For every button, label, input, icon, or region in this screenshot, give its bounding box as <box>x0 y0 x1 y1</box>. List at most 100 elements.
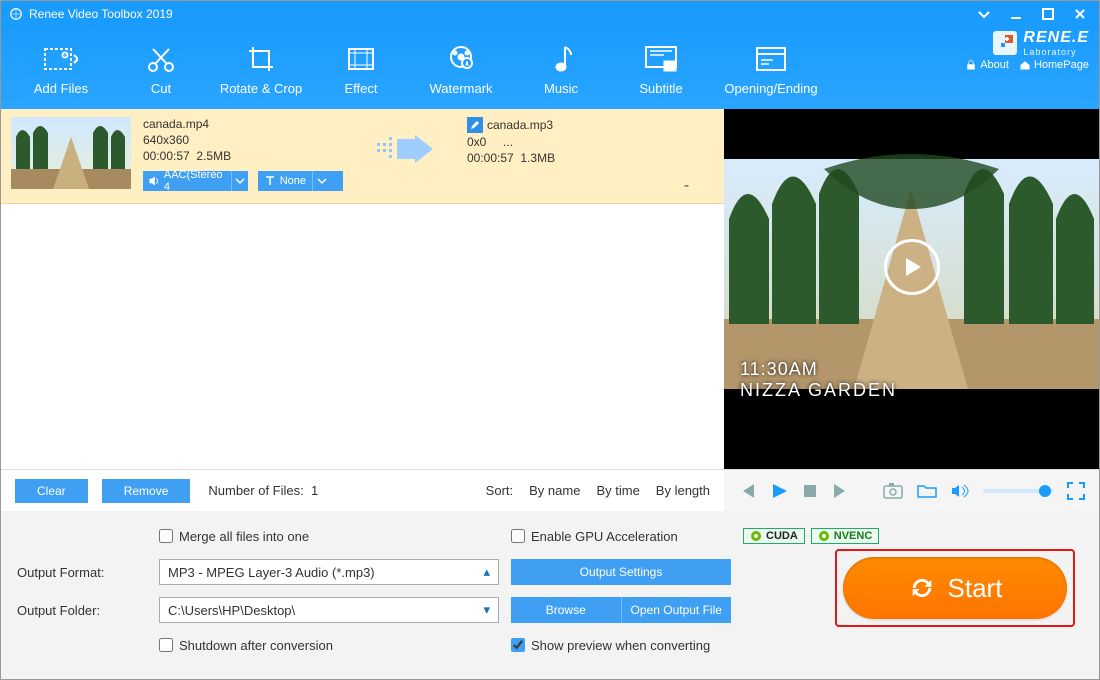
brand-name: RENE.E <box>1023 29 1089 47</box>
conversion-arrow-icon <box>355 117 455 195</box>
file-list: canada.mp4 640x360 00:00:57 2.5MB AAC(St… <box>1 109 724 469</box>
cut-label: Cut <box>151 81 171 96</box>
subtitle-label: Subtitle <box>639 81 682 96</box>
stop-button[interactable] <box>802 483 818 499</box>
maximize-button[interactable] <box>1037 5 1059 23</box>
source-resolution: 640x360 <box>143 133 343 147</box>
music-button[interactable]: Music <box>511 41 611 96</box>
effect-label: Effect <box>344 81 377 96</box>
file-item[interactable]: canada.mp4 640x360 00:00:57 2.5MB AAC(St… <box>1 109 724 204</box>
scissors-icon <box>143 41 179 77</box>
file-list-footer: Clear Remove Number of Files: 1 Sort: By… <box>1 469 724 511</box>
lock-icon <box>965 59 977 71</box>
minimize-button[interactable] <box>1005 5 1027 23</box>
crop-icon <box>243 41 279 77</box>
play-control-button[interactable] <box>770 482 788 500</box>
output-folder-label: Output Folder: <box>17 603 147 618</box>
nvenc-badge: NVENC <box>811 528 880 544</box>
volume-slider[interactable] <box>983 489 1053 493</box>
window-menu-button[interactable] <box>973 5 995 23</box>
snapshot-button[interactable] <box>883 482 903 500</box>
dest-meta: 00:00:57 1.3MB <box>467 151 647 165</box>
chevron-up-icon: ▴ <box>483 564 490 580</box>
subtitle-track-dropdown[interactable]: None <box>258 171 343 191</box>
main-area: canada.mp4 640x360 00:00:57 2.5MB AAC(St… <box>1 109 1099 469</box>
browse-button[interactable]: Browse <box>511 597 622 623</box>
music-label: Music <box>544 81 578 96</box>
sort-by-time[interactable]: By time <box>596 483 639 498</box>
remove-button[interactable]: Remove <box>102 479 191 503</box>
subtitle-button[interactable]: T Subtitle <box>611 41 711 96</box>
refresh-icon <box>908 574 936 602</box>
nvidia-eye-icon <box>750 530 762 542</box>
subtitle-icon: T <box>643 41 679 77</box>
video-preview: 11:30AM NIZZA GARDEN <box>724 109 1099 469</box>
next-track-button[interactable] <box>832 482 850 500</box>
open-output-button[interactable]: Open Output File <box>622 597 732 623</box>
gpu-accel-checkbox[interactable]: Enable GPU Acceleration <box>511 529 678 544</box>
source-meta: 00:00:57 2.5MB <box>143 149 343 163</box>
rotate-crop-button[interactable]: Rotate & Crop <box>211 41 311 96</box>
chevron-down-icon <box>231 171 247 191</box>
titlebar: Renee Video Toolbox 2019 <box>1 1 1099 27</box>
effect-button[interactable]: Effect <box>311 41 411 96</box>
file-count-label: Number of Files: 1 <box>208 483 318 498</box>
dest-more-button[interactable]: ... <box>503 135 513 149</box>
clear-button[interactable]: Clear <box>15 479 88 503</box>
video-thumbnail <box>11 117 131 189</box>
svg-text:T: T <box>668 62 673 71</box>
cuda-badge: CUDA <box>743 528 805 544</box>
shutdown-checkbox[interactable]: Shutdown after conversion <box>159 638 499 653</box>
chevron-down-icon: ▾ <box>483 602 490 618</box>
opening-ending-label: Opening/Ending <box>724 81 817 96</box>
film-icon <box>343 41 379 77</box>
rotate-crop-label: Rotate & Crop <box>220 81 302 96</box>
start-highlight-box: Start <box>835 549 1075 627</box>
sort-by-name[interactable]: By name <box>529 483 580 498</box>
text-icon <box>264 175 276 187</box>
cut-button[interactable]: Cut <box>111 41 211 96</box>
show-preview-checkbox[interactable]: Show preview when converting <box>511 638 1083 653</box>
audio-codec-dropdown[interactable]: AAC(Stereo 4 <box>143 171 248 191</box>
fullscreen-button[interactable] <box>1067 482 1085 500</box>
bottom-panel: Merge all files into one Enable GPU Acce… <box>1 511 1099 679</box>
start-button[interactable]: Start <box>843 557 1067 619</box>
sort-by-length[interactable]: By length <box>656 483 710 498</box>
play-button[interactable] <box>884 239 940 295</box>
preview-controls <box>724 469 1099 511</box>
overlay-time-text: 11:30AM <box>740 359 897 380</box>
add-files-button[interactable]: Add Files <box>11 41 111 96</box>
brand-shield-icon <box>991 29 1019 57</box>
merge-files-checkbox[interactable]: Merge all files into one <box>159 529 499 544</box>
prev-track-button[interactable] <box>738 482 756 500</box>
music-note-icon <box>543 41 579 77</box>
volume-knob[interactable] <box>1039 485 1051 497</box>
homepage-link[interactable]: HomePage <box>1019 59 1089 71</box>
dest-filename: canada.mp3 <box>487 118 553 132</box>
open-folder-button[interactable] <box>917 483 937 499</box>
output-format-label: Output Format: <box>17 565 147 580</box>
edit-icon[interactable] <box>467 117 483 133</box>
close-button[interactable] <box>1069 5 1091 23</box>
overlay-place-text: NIZZA GARDEN <box>740 380 897 401</box>
main-toolbar: Add Files Cut Rotate & Crop Effect Water… <box>1 27 1099 109</box>
output-settings-button[interactable]: Output Settings <box>511 559 731 585</box>
output-folder-dropdown[interactable]: C:\Users\HP\Desktop\ ▾ <box>159 597 499 623</box>
progress-placeholder: - <box>684 177 689 194</box>
window-title: Renee Video Toolbox 2019 <box>29 7 967 21</box>
output-format-dropdown[interactable]: MP3 - MPEG Layer-3 Audio (*.mp3) ▴ <box>159 559 499 585</box>
speaker-icon <box>149 175 160 187</box>
brand-area: RENE.E Laboratory About HomePage <box>965 29 1089 71</box>
about-link[interactable]: About <box>965 59 1009 71</box>
opening-ending-button[interactable]: Opening/Ending <box>711 41 831 96</box>
watermark-icon <box>443 41 479 77</box>
source-filename: canada.mp4 <box>143 117 343 131</box>
app-logo-icon <box>9 7 23 21</box>
home-icon <box>1019 59 1031 71</box>
chevron-down-icon <box>312 171 330 191</box>
watermark-button[interactable]: Watermark <box>411 41 511 96</box>
watermark-label: Watermark <box>429 81 492 96</box>
dest-resolution: 0x0 ... <box>467 135 647 149</box>
volume-button[interactable] <box>951 483 969 499</box>
sort-label: Sort: <box>486 483 513 498</box>
